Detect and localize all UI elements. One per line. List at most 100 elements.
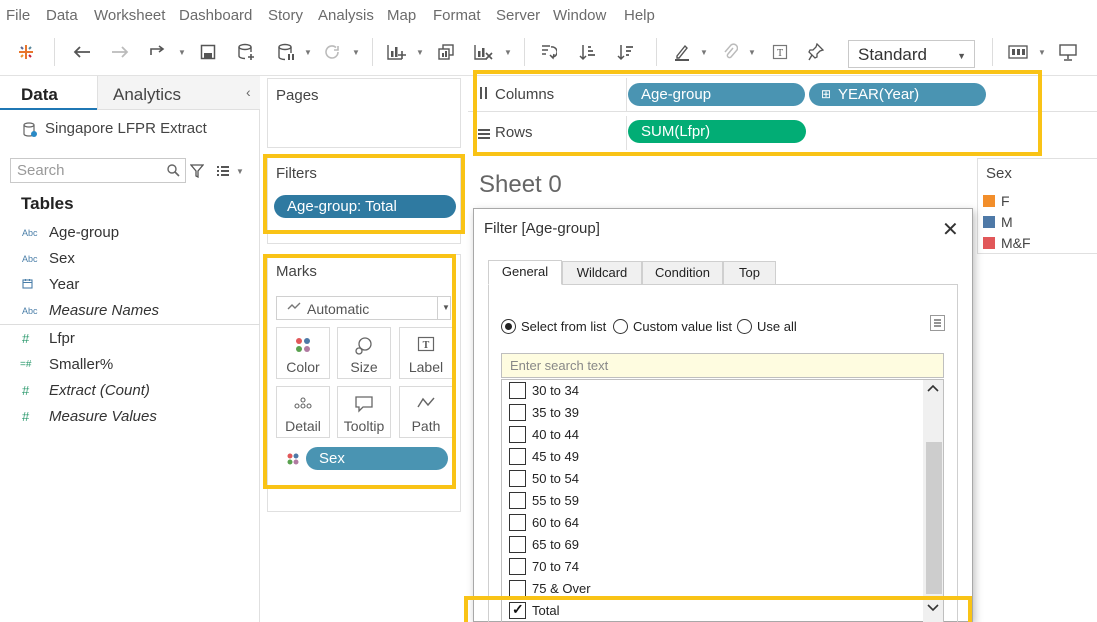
view-options-dropdown-icon[interactable]: ▼ [236,167,244,176]
show-cards-icon[interactable] [1006,40,1030,64]
menu-worksheet[interactable]: Worksheet [94,7,165,24]
refresh-dropdown-icon[interactable]: ▼ [352,48,360,57]
marks-color-button[interactable]: Color [276,327,330,379]
sort-descending-icon[interactable] [614,40,638,64]
group-dropdown-icon[interactable]: ▼ [748,48,756,57]
scroll-down-icon[interactable] [927,602,939,616]
refresh-icon[interactable] [320,40,344,64]
new-datasource-icon[interactable] [234,40,258,64]
clear-sheet-icon[interactable] [471,40,495,64]
filter-pill-age-group[interactable]: Age-group: Total [274,195,456,218]
checkbox[interactable] [509,382,526,399]
swap-rows-columns-icon[interactable] [536,40,560,64]
fit-mode-select[interactable]: Standard ▼ [848,40,975,68]
checkbox[interactable] [509,558,526,575]
rows-shelf[interactable]: Rows SUM(Lfpr) [468,116,1097,150]
save-icon[interactable] [196,40,220,64]
tab-general[interactable]: General [488,260,562,285]
filter-value-list[interactable]: 30 to 34 35 to 39 40 to 44 45 to 49 50 t… [501,379,944,622]
duplicate-sheet-icon[interactable] [434,40,458,64]
color-pill-sex[interactable]: Sex [306,447,448,470]
column-pill-age-group[interactable]: Age-group [628,83,805,106]
radio-label: Custom value list [633,319,732,334]
replay-icon[interactable] [145,40,169,64]
clear-dropdown-icon[interactable]: ▼ [504,48,512,57]
highlight-icon[interactable] [670,40,694,64]
menu-server[interactable]: Server [496,7,540,24]
menu-dashboard[interactable]: Dashboard [179,7,252,24]
legend-item-mf[interactable]: M&F [983,235,1031,251]
rows-label: Rows [495,124,533,141]
tab-wildcard[interactable]: Wildcard [562,261,642,285]
tableau-logo-icon[interactable] [14,40,38,64]
marks-size-button[interactable]: Size [337,327,391,379]
collapse-pane-icon[interactable]: ‹ [246,84,251,100]
radio-use-all[interactable]: Use all [737,319,797,334]
legend-label: M&F [1001,235,1031,251]
pages-shelf[interactable]: Pages [267,78,461,148]
mark-type-select[interactable]: Automatic ▼ [276,296,451,320]
legend-swatch [983,216,995,228]
checkbox[interactable] [509,514,526,531]
menu-story[interactable]: Story [268,7,303,24]
checkbox[interactable] [509,536,526,553]
tab-data[interactable]: Data [21,85,58,105]
close-icon[interactable]: ✕ [942,217,959,242]
tab-analytics[interactable]: Analytics ‹ [97,76,260,110]
menu-analysis[interactable]: Analysis [318,7,374,24]
presentation-mode-icon[interactable] [1056,40,1080,64]
columns-shelf[interactable]: Columns Age-group ⊞ YEAR(Year) [468,78,1097,112]
checkbox[interactable] [509,492,526,509]
new-worksheet-icon[interactable] [384,40,408,64]
filters-shelf[interactable]: Filters Age-group: Total [267,156,461,244]
checkbox-checked[interactable] [509,601,526,619]
menu-data[interactable]: Data [46,7,78,24]
filter-search-input[interactable]: Enter search text [501,353,944,378]
sort-ascending-icon[interactable] [576,40,600,64]
tab-condition[interactable]: Condition [642,261,723,285]
menu-format[interactable]: Format [433,7,481,24]
pause-updates-icon[interactable] [274,40,298,64]
expand-plus-icon[interactable]: ⊞ [821,83,831,106]
menu-file[interactable]: File [6,7,30,24]
datasource-name[interactable]: Singapore LFPR Extract [45,120,207,137]
list-options-icon[interactable] [930,315,945,331]
view-options-icon[interactable] [216,165,230,180]
show-cards-dropdown-icon[interactable]: ▼ [1038,48,1046,57]
undo-icon[interactable] [70,40,94,64]
fix-axes-pin-icon[interactable] [804,40,828,64]
legend-item-m[interactable]: M [983,214,1013,230]
checkbox[interactable] [509,470,526,487]
scroll-up-icon[interactable] [927,382,939,396]
checkbox[interactable] [509,580,526,597]
highlight-dropdown-icon[interactable]: ▼ [700,48,708,57]
field-search-input[interactable]: Search [10,158,186,183]
marks-label-button[interactable]: T Label [399,327,453,379]
row-pill-sum-lfpr[interactable]: SUM(Lfpr) [628,120,806,143]
marks-path-button[interactable]: Path [399,386,453,438]
radio-circle [613,319,628,334]
column-pill-year[interactable]: ⊞ YEAR(Year) [809,83,986,106]
legend-item-f[interactable]: F [983,193,1010,209]
redo-icon[interactable] [108,40,132,64]
filter-funnel-icon[interactable] [189,164,205,181]
checkbox[interactable] [509,426,526,443]
marks-tooltip-button[interactable]: Tooltip [337,386,391,438]
group-members-icon[interactable] [718,40,742,64]
radio-custom-value-list[interactable]: Custom value list [613,319,732,334]
checkbox[interactable] [509,448,526,465]
show-mark-labels-icon[interactable]: T [768,40,792,64]
menu-map[interactable]: Map [387,7,416,24]
radio-select-from-list[interactable]: Select from list [501,319,606,334]
menu-window[interactable]: Window [553,7,606,24]
columns-label: Columns [495,86,555,103]
pause-dropdown-icon[interactable]: ▼ [304,48,312,57]
checkbox[interactable] [509,404,526,421]
marks-detail-button[interactable]: Detail [276,386,330,438]
replay-dropdown-icon[interactable]: ▼ [178,48,186,57]
scrollbar-thumb[interactable] [926,442,942,594]
new-worksheet-dropdown-icon[interactable]: ▼ [416,48,424,57]
sheet-title[interactable]: Sheet 0 [479,171,562,199]
menu-help[interactable]: Help [624,7,655,24]
tab-top[interactable]: Top [723,261,776,285]
